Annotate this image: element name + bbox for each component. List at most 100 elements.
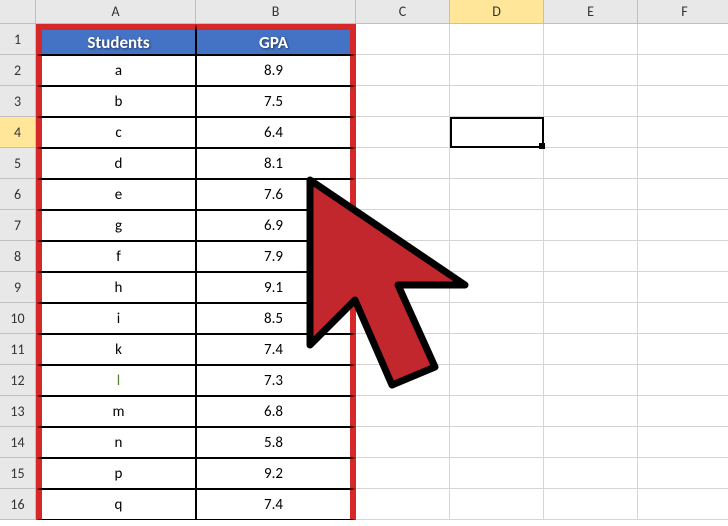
- table-header-students[interactable]: Students: [36, 24, 196, 55]
- cell-e15[interactable]: [544, 458, 638, 489]
- cell-b13[interactable]: 6.8: [196, 396, 356, 427]
- col-header-c[interactable]: C: [356, 0, 450, 24]
- cell-d12[interactable]: [450, 365, 544, 396]
- cell-a16[interactable]: q: [36, 489, 196, 520]
- cell-d16[interactable]: [450, 489, 544, 520]
- cell-b15[interactable]: 9.2: [196, 458, 356, 489]
- cell-e7[interactable]: [544, 210, 638, 241]
- cell-f3[interactable]: [638, 86, 728, 117]
- cell-e8[interactable]: [544, 241, 638, 272]
- cell-f15[interactable]: [638, 458, 728, 489]
- cell-b4[interactable]: 6.4: [196, 117, 356, 148]
- cell-c10[interactable]: [356, 303, 450, 334]
- cell-c12[interactable]: [356, 365, 450, 396]
- cell-d6[interactable]: [450, 179, 544, 210]
- cell-a7[interactable]: g: [36, 210, 196, 241]
- cell-b10[interactable]: 8.5: [196, 303, 356, 334]
- cell-a9[interactable]: h: [36, 272, 196, 303]
- cell-f9[interactable]: [638, 272, 728, 303]
- cell-b12[interactable]: 7.3: [196, 365, 356, 396]
- cell-e10[interactable]: [544, 303, 638, 334]
- cell-d15[interactable]: [450, 458, 544, 489]
- cell-a8[interactable]: f: [36, 241, 196, 272]
- cell-f8[interactable]: [638, 241, 728, 272]
- row-header-13[interactable]: 13: [0, 396, 36, 427]
- cell-b16[interactable]: 7.4: [196, 489, 356, 520]
- col-header-e[interactable]: E: [544, 0, 638, 24]
- cell-c11[interactable]: [356, 334, 450, 365]
- cell-b9[interactable]: 9.1: [196, 272, 356, 303]
- select-all-corner[interactable]: [0, 0, 36, 24]
- cell-e3[interactable]: [544, 86, 638, 117]
- cell-a13[interactable]: m: [36, 396, 196, 427]
- cell-d3[interactable]: [450, 86, 544, 117]
- cell-b3[interactable]: 7.5: [196, 86, 356, 117]
- row-header-7[interactable]: 7: [0, 210, 36, 241]
- row-header-8[interactable]: 8: [0, 241, 36, 272]
- cell-f14[interactable]: [638, 427, 728, 458]
- row-header-4[interactable]: 4: [0, 117, 36, 148]
- cell-b6[interactable]: 7.6: [196, 179, 356, 210]
- cell-a14[interactable]: n: [36, 427, 196, 458]
- cell-d4-active[interactable]: [450, 117, 544, 148]
- cell-c16[interactable]: [356, 489, 450, 520]
- cell-c13[interactable]: [356, 396, 450, 427]
- cell-d11[interactable]: [450, 334, 544, 365]
- cell-a3[interactable]: b: [36, 86, 196, 117]
- cell-c15[interactable]: [356, 458, 450, 489]
- cell-d1[interactable]: [450, 24, 544, 55]
- row-header-15[interactable]: 15: [0, 458, 36, 489]
- cell-d9[interactable]: [450, 272, 544, 303]
- row-header-14[interactable]: 14: [0, 427, 36, 458]
- col-header-d[interactable]: D: [450, 0, 544, 24]
- cell-b11[interactable]: 7.4: [196, 334, 356, 365]
- cell-e6[interactable]: [544, 179, 638, 210]
- row-header-2[interactable]: 2: [0, 55, 36, 86]
- cell-b8[interactable]: 7.9: [196, 241, 356, 272]
- row-header-16[interactable]: 16: [0, 489, 36, 520]
- cell-e9[interactable]: [544, 272, 638, 303]
- row-header-11[interactable]: 11: [0, 334, 36, 365]
- cell-e5[interactable]: [544, 148, 638, 179]
- cell-c6[interactable]: [356, 179, 450, 210]
- cell-f12[interactable]: [638, 365, 728, 396]
- row-header-10[interactable]: 10: [0, 303, 36, 334]
- cell-b5[interactable]: 8.1: [196, 148, 356, 179]
- cell-f6[interactable]: [638, 179, 728, 210]
- cell-b14[interactable]: 5.8: [196, 427, 356, 458]
- row-header-3[interactable]: 3: [0, 86, 36, 117]
- cell-d2[interactable]: [450, 55, 544, 86]
- cell-d14[interactable]: [450, 427, 544, 458]
- cell-c14[interactable]: [356, 427, 450, 458]
- row-header-1[interactable]: 1: [0, 24, 36, 55]
- cell-e1[interactable]: [544, 24, 638, 55]
- cell-f4[interactable]: [638, 117, 728, 148]
- cell-e13[interactable]: [544, 396, 638, 427]
- cell-b7[interactable]: 6.9: [196, 210, 356, 241]
- cell-c2[interactable]: [356, 55, 450, 86]
- cell-c9[interactable]: [356, 272, 450, 303]
- cell-a10[interactable]: i: [36, 303, 196, 334]
- cell-a2[interactable]: a: [36, 55, 196, 86]
- row-header-9[interactable]: 9: [0, 272, 36, 303]
- cell-e4[interactable]: [544, 117, 638, 148]
- row-header-12[interactable]: 12: [0, 365, 36, 396]
- cell-e11[interactable]: [544, 334, 638, 365]
- col-header-f[interactable]: F: [638, 0, 728, 24]
- cell-f11[interactable]: [638, 334, 728, 365]
- cell-c8[interactable]: [356, 241, 450, 272]
- cell-f5[interactable]: [638, 148, 728, 179]
- cell-c1[interactable]: [356, 24, 450, 55]
- cell-f10[interactable]: [638, 303, 728, 334]
- cell-e12[interactable]: [544, 365, 638, 396]
- cell-f7[interactable]: [638, 210, 728, 241]
- cell-f13[interactable]: [638, 396, 728, 427]
- cell-c4[interactable]: [356, 117, 450, 148]
- cell-d13[interactable]: [450, 396, 544, 427]
- cell-a12[interactable]: l: [36, 365, 196, 396]
- cell-d8[interactable]: [450, 241, 544, 272]
- row-header-6[interactable]: 6: [0, 179, 36, 210]
- cell-a11[interactable]: k: [36, 334, 196, 365]
- cell-e14[interactable]: [544, 427, 638, 458]
- cell-d7[interactable]: [450, 210, 544, 241]
